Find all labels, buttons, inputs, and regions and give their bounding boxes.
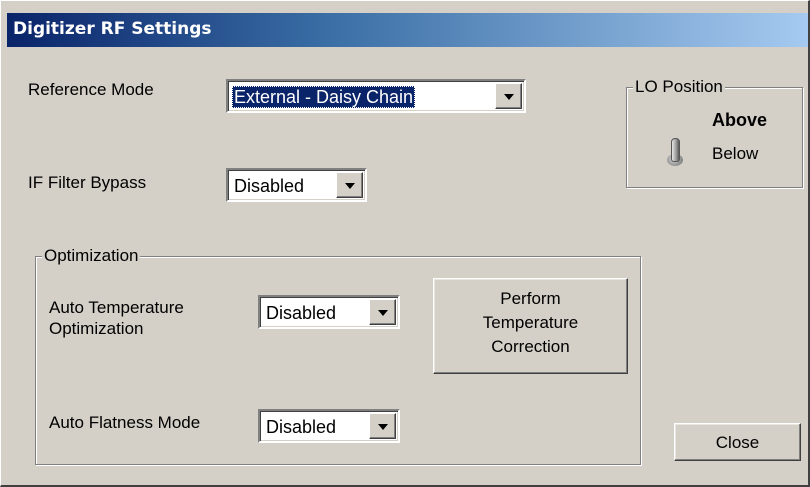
if-filter-bypass-label: IF Filter Bypass (28, 173, 147, 192)
if-filter-bypass-select[interactable]: Disabled (226, 168, 367, 202)
auto-flatness-dropdown-button[interactable] (369, 413, 396, 439)
lo-position-option-above[interactable]: Above (712, 110, 767, 130)
reference-mode-value: External - Daisy Chain (232, 86, 416, 108)
auto-temperature-select[interactable]: Disabled (258, 295, 400, 329)
if-filter-bypass-dropdown-button[interactable] (336, 172, 363, 198)
if-filter-bypass-value: Disabled (234, 176, 305, 196)
reference-mode-dropdown-button[interactable] (495, 83, 522, 109)
dialog-window: Digitizer RF Settings Reference Mode Ext… (0, 0, 810, 487)
auto-flatness-label: Auto Flatness Mode (49, 413, 201, 432)
chevron-down-icon (345, 183, 355, 189)
auto-flatness-select[interactable]: Disabled (258, 409, 400, 443)
perform-button-line2: Temperature (482, 313, 579, 332)
toggle-switch-lever (671, 138, 680, 162)
chevron-down-icon (378, 310, 388, 316)
perform-button-line1: Perform (500, 289, 561, 308)
lo-position-group: LO Position Above Below (626, 77, 803, 188)
close-button[interactable]: Close (674, 423, 801, 461)
reference-mode-label: Reference Mode (28, 80, 154, 99)
perform-button-line3: Correction (491, 337, 570, 356)
reference-mode-select[interactable]: External - Daisy Chain (226, 79, 526, 113)
auto-temperature-label-line1: Auto Temperature (49, 298, 184, 317)
optimization-group: Optimization Auto Temperature Optimizati… (35, 246, 641, 465)
auto-temperature-dropdown-button[interactable] (369, 299, 396, 325)
window-title: Digitizer RF Settings (13, 19, 212, 39)
auto-temperature-value: Disabled (266, 303, 337, 323)
close-button-label: Close (715, 433, 760, 452)
optimization-legend: Optimization (42, 246, 141, 266)
perform-temperature-correction-button[interactable]: Perform Temperature Correction (433, 278, 628, 374)
lo-position-option-below[interactable]: Below (712, 144, 758, 164)
auto-temperature-label-line2: Optimization (49, 319, 144, 338)
chevron-down-icon (504, 94, 514, 100)
chevron-down-icon (378, 424, 388, 430)
lo-position-legend: LO Position (633, 77, 725, 97)
toggle-switch-icon[interactable] (667, 136, 685, 172)
title-bar[interactable]: Digitizer RF Settings (7, 13, 808, 47)
auto-flatness-value: Disabled (266, 417, 337, 437)
